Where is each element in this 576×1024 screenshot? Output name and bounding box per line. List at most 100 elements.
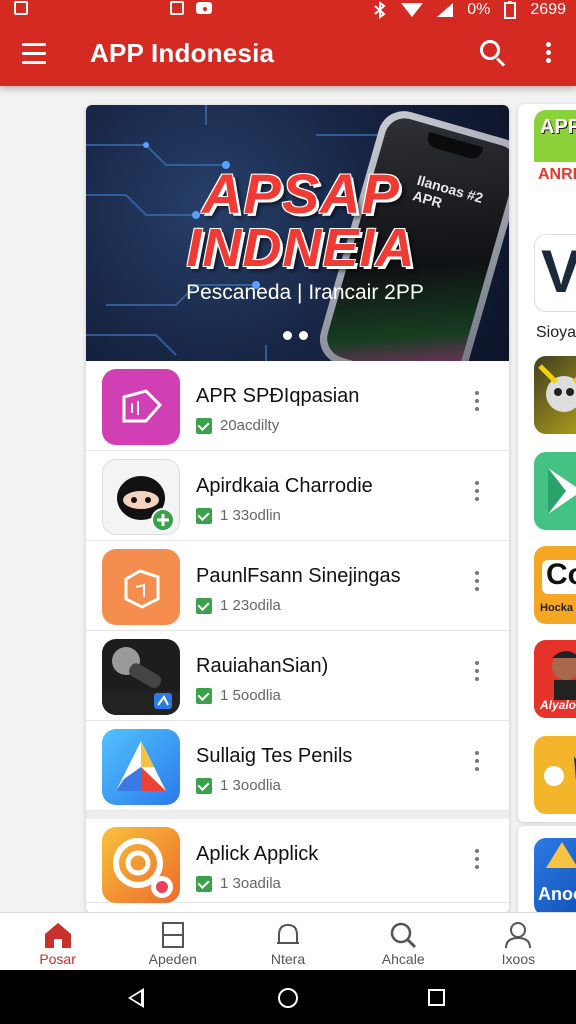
side-app-tile[interactable]: Co Hocka D. [534, 546, 576, 624]
bell-icon [277, 923, 299, 944]
nav-profile[interactable]: Ixoos [461, 913, 576, 970]
carousel-dot[interactable] [283, 331, 292, 340]
side-app-column-2: Anoo [518, 826, 576, 926]
verified-check-icon [196, 507, 212, 524]
item-menu-button[interactable] [470, 849, 484, 875]
ninja-mascot-icon [102, 459, 180, 535]
bluetooth-icon [374, 1, 386, 19]
app-title: APP Indonesia [90, 38, 275, 68]
item-menu-button[interactable] [470, 391, 484, 417]
verified-check-icon [196, 417, 212, 434]
side-app-tile[interactable] [534, 356, 576, 434]
signal-icon [437, 3, 454, 17]
nav-search[interactable]: Ahcale [346, 913, 461, 970]
side-app-title: Anoo [538, 884, 576, 904]
nav-label: Apeden [148, 951, 197, 967]
triangle-logo-icon [546, 842, 576, 868]
more-vert-icon [475, 751, 479, 755]
battery-percent: 0% [467, 1, 491, 18]
item-menu-button[interactable] [470, 751, 484, 777]
more-vert-icon [475, 849, 479, 853]
side-app-tile[interactable]: Anoo [534, 838, 576, 916]
search-icon [390, 922, 417, 949]
app-list-item[interactable]: Sullaig Tes Penils 1 3oodlia [86, 721, 509, 811]
app-list-item[interactable]: RauiahanSian) 1 5oodlia [86, 631, 509, 721]
notification-icon [14, 1, 28, 15]
sim-icon [170, 1, 184, 15]
side-app-label: Sioya [536, 324, 576, 341]
triangle-logo-icon [102, 729, 180, 805]
side-app-title: Co [546, 558, 576, 591]
banner-subtitle: Pescaneda | Irancair 2PP [186, 281, 424, 304]
verified-check-icon [196, 687, 212, 704]
side-app-subtitle: ANRI [538, 166, 576, 183]
more-vert-icon [475, 481, 479, 485]
app-meta: 20acdilty [220, 417, 280, 434]
back-icon[interactable] [128, 988, 144, 1008]
side-app-tile[interactable] [534, 736, 576, 814]
menu-button[interactable] [22, 43, 46, 65]
person-photo-icon [552, 651, 576, 700]
featured-card: Ilanoas #2 APR APSAP INDNEIA Pescaneda |… [86, 105, 509, 913]
more-vert-icon [475, 571, 479, 575]
nav-label: Ixoos [501, 951, 536, 967]
side-app-tile[interactable]: V [534, 234, 576, 312]
wifi-icon [401, 3, 424, 17]
bottom-navigation: Posar Apeden Ntera Ahcale Ixoos [0, 912, 576, 970]
side-app-title: APP [540, 116, 576, 138]
nav-home[interactable]: Posar [0, 913, 115, 970]
nav-apps[interactable]: Apeden [115, 913, 230, 970]
side-app-column: APP ANRI V Sioya Co Hocka D. Alyalo [518, 104, 576, 822]
app-name: APR SPĐIqpasian [196, 385, 360, 407]
character-art-icon [538, 364, 576, 412]
carousel-indicator[interactable] [283, 331, 308, 340]
more-vert-icon [475, 391, 479, 395]
search-button[interactable] [480, 40, 508, 68]
orange-box-icon [102, 549, 180, 625]
app-list-item[interactable]: PaunlFsann Sinejingas 1 23odila [86, 541, 509, 631]
app-screen: 0% 2699 APP Indonesia Ilanoas #2 APR APS… [0, 0, 576, 1024]
home-circle-icon[interactable] [278, 988, 298, 1008]
status-bar: 0% 2699 [0, 0, 576, 22]
app-meta: 1 3oadila [220, 875, 281, 892]
microphone-icon [102, 639, 180, 715]
nav-label: Ahcale [381, 951, 425, 967]
item-menu-button[interactable] [470, 571, 484, 597]
side-app-tile[interactable]: APP ANRI [534, 110, 576, 188]
app-name: Aplick Applick [196, 843, 319, 865]
app-list-item[interactable]: Apirdkaia Charrodie 1 33odlin [86, 451, 509, 541]
item-menu-button[interactable] [470, 661, 484, 687]
app-list: APR SPĐIqpasian 20acdilty Apirdkaia Char… [86, 361, 509, 903]
camera-icon [196, 2, 212, 14]
app-name: RauiahanSian) [196, 655, 329, 677]
clock: 2699 [530, 1, 566, 18]
verified-check-icon [196, 875, 212, 892]
app-meta: 1 33odlin [220, 507, 281, 524]
apps-box-icon [161, 922, 184, 948]
app-list-item[interactable]: APR SPĐIqpasian 20acdilty [86, 361, 509, 451]
nav-notifications[interactable]: Ntera [230, 913, 345, 970]
battery-icon [504, 1, 517, 19]
side-app-subtitle: Hocka D. [540, 602, 576, 614]
recents-icon[interactable] [428, 989, 445, 1006]
overflow-menu-button[interactable] [538, 42, 558, 68]
side-app-letter: V [541, 237, 576, 306]
cartoon-art-icon [544, 756, 576, 786]
verified-check-icon [196, 777, 212, 794]
app-list-item[interactable]: Aplick Applick 1 3oadila [86, 811, 509, 903]
pink-puzzle-icon [102, 369, 180, 445]
app-meta: 1 23odila [220, 597, 281, 614]
home-icon [44, 923, 71, 948]
side-app-tile[interactable]: Alyalo [534, 640, 576, 718]
more-vert-icon [475, 661, 479, 665]
side-app-tile[interactable] [534, 452, 576, 530]
carousel-dot[interactable] [299, 331, 308, 340]
promo-banner[interactable]: Ilanoas #2 APR APSAP INDNEIA Pescaneda |… [86, 105, 509, 361]
verified-check-icon [196, 597, 212, 614]
side-app-subtitle: Alyalo [540, 698, 576, 712]
app-name: Apirdkaia Charrodie [196, 475, 373, 497]
banner-title-line2: INDNEIA [186, 218, 416, 278]
item-menu-button[interactable] [470, 481, 484, 507]
play-logo-icon [548, 468, 576, 514]
app-meta: 1 3oodlia [220, 777, 281, 794]
